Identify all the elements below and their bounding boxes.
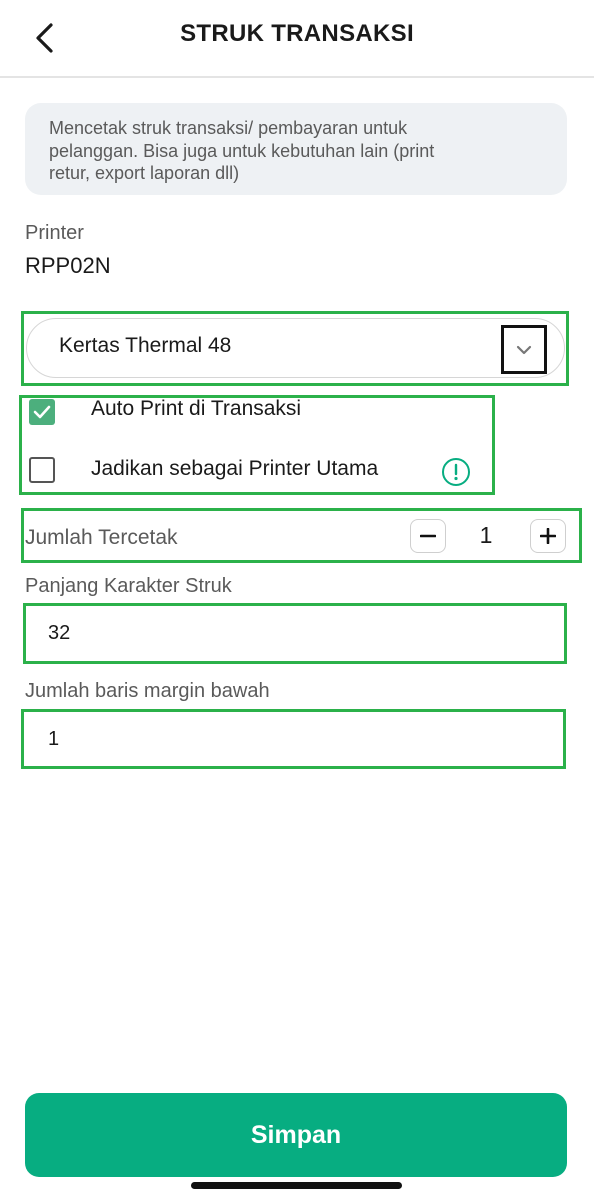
printer-name: RPP02N — [25, 253, 111, 278]
checkmark-icon — [33, 405, 51, 419]
copies-value: 1 — [479, 522, 493, 548]
struk-transaksi-screen: STRUK TRANSAKSI Mencetak struk transaksi… — [0, 0, 594, 1202]
paper-dropdown-toggle[interactable] — [501, 325, 547, 374]
increment-button[interactable] — [530, 519, 566, 553]
main-printer-label: Jadikan sebagai Printer Utama — [91, 457, 379, 480]
info-line: pelanggan. Bisa juga untuk kebutuhan lai… — [49, 140, 435, 161]
chevron-down-icon — [516, 345, 532, 354]
bottom-margin-label: Jumlah baris margin bawah — [25, 680, 270, 702]
minus-icon — [420, 534, 436, 538]
page-title: STRUK TRANSAKSI — [180, 20, 414, 47]
main-printer-option[interactable]: Jadikan sebagai Printer Utama — [29, 457, 378, 483]
paper-type-select[interactable]: Kertas Thermal 48 — [26, 318, 565, 378]
copies-label: Jumlah Tercetak — [25, 526, 178, 549]
home-indicator — [191, 1182, 402, 1189]
plus-icon — [540, 528, 556, 544]
bottom-margin-input[interactable] — [26, 713, 563, 766]
info-line: retur, export laporan dll) — [49, 163, 240, 183]
info-icon[interactable] — [441, 457, 471, 487]
main-printer-checkbox[interactable] — [29, 457, 55, 483]
info-description: Mencetak struk transaksi/ pembayaran unt… — [25, 103, 567, 195]
auto-print-label: Auto Print di Transaksi — [91, 397, 302, 420]
decrement-button[interactable] — [410, 519, 446, 553]
save-button[interactable]: Simpan — [25, 1093, 567, 1177]
header-bar: STRUK TRANSAKSI — [0, 0, 594, 78]
printer-label: Printer — [25, 222, 84, 244]
paper-type-value: Kertas Thermal 48 — [59, 334, 232, 357]
char-length-input[interactable] — [26, 607, 563, 660]
auto-print-option[interactable]: Auto Print di Transaksi — [29, 397, 301, 425]
info-line: Mencetak struk transaksi/ pembayaran unt… — [49, 118, 408, 138]
auto-print-checkbox[interactable] — [29, 399, 55, 425]
char-length-label: Panjang Karakter Struk — [25, 575, 232, 597]
